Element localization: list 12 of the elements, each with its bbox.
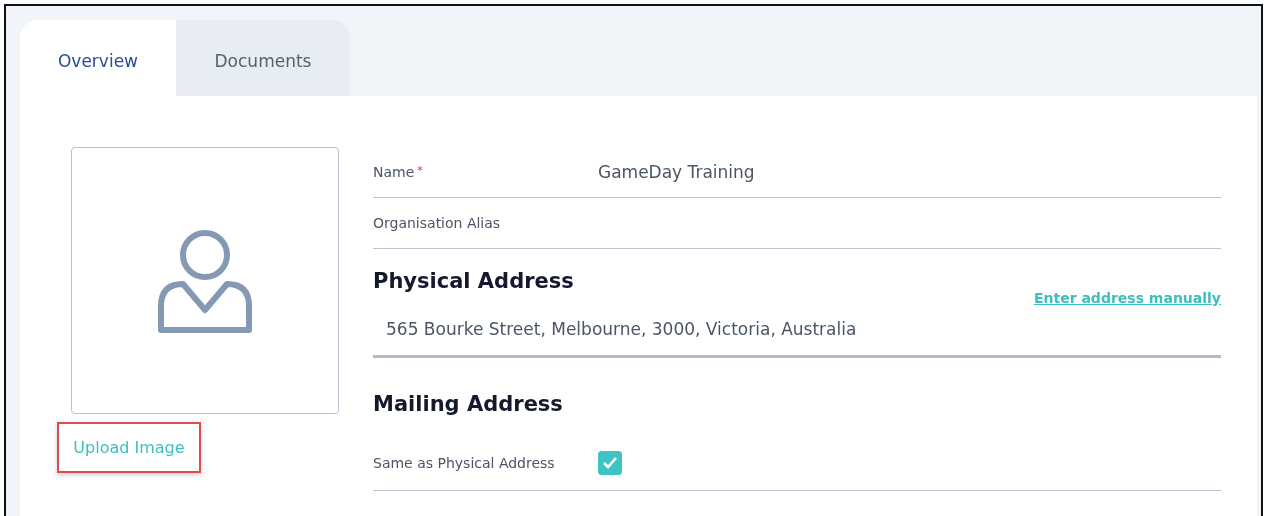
tab[interactable]: Documents <box>176 20 350 96</box>
field-label: Name <box>373 164 415 180</box>
section-heading: Physical Address <box>373 269 575 293</box>
field-value[interactable]: GameDay Training <box>598 162 755 182</box>
person-icon <box>157 227 253 334</box>
tab[interactable]: Overview <box>20 20 176 96</box>
field-label: Organisation Alias <box>373 215 501 231</box>
section-heading: Mailing Address <box>373 392 564 416</box>
checkbox[interactable] <box>598 451 622 475</box>
checkbox-label: Same as Physical Address <box>373 455 556 471</box>
required-mark: * <box>417 164 423 177</box>
checkmark-icon <box>602 456 618 470</box>
